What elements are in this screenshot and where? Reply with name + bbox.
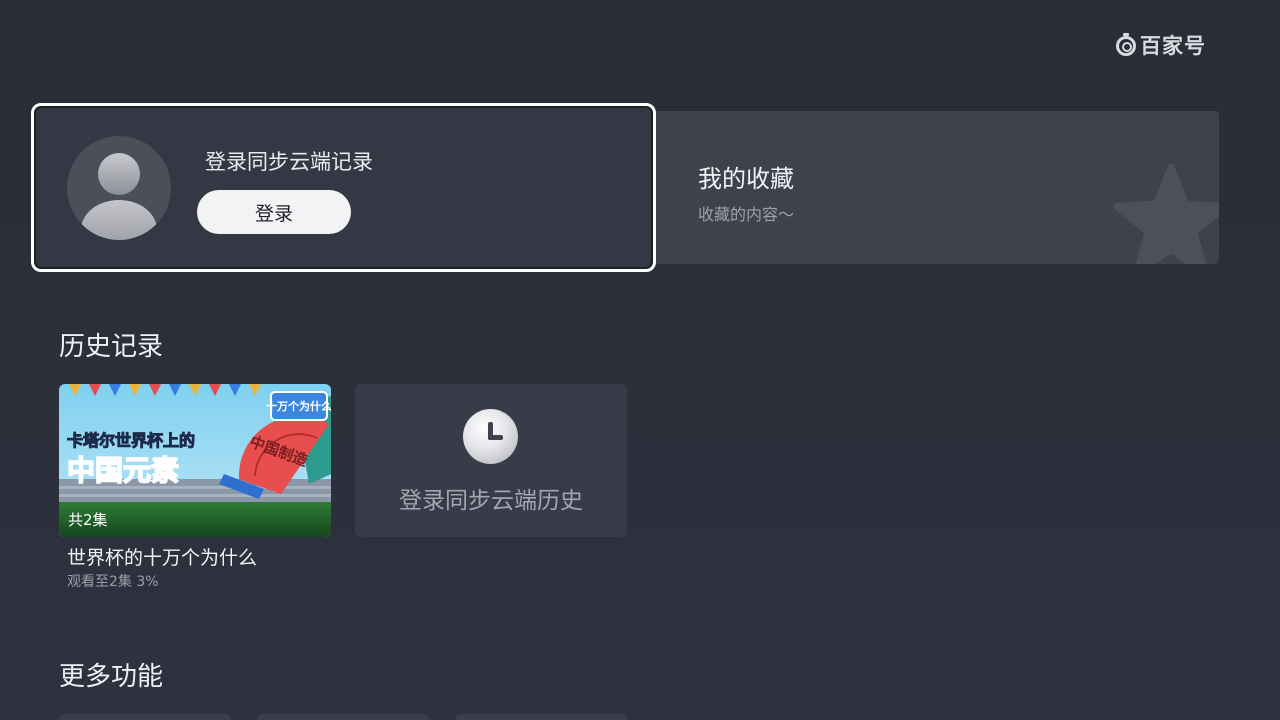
login-prompt-text: 登录同步云端记录	[205, 150, 373, 174]
favorites-title: 我的收藏	[698, 165, 794, 193]
more-feature-card[interactable]	[455, 714, 627, 720]
star-icon	[1113, 163, 1219, 264]
history-section-title: 历史记录	[59, 332, 164, 362]
history-item-title: 世界杯的十万个为什么	[67, 547, 258, 569]
more-feature-card[interactable]	[257, 714, 429, 720]
avatar-placeholder-icon	[67, 136, 171, 240]
more-features-section-title: 更多功能	[59, 662, 164, 692]
baijiahao-logo: 百家号	[1116, 30, 1206, 60]
thumbnail-headline-line1: 卡塔尔世界杯上的	[67, 431, 195, 450]
clock-icon	[463, 409, 518, 464]
favorites-subtitle: 收藏的内容～	[698, 205, 795, 224]
brand-name: 百家号	[1140, 34, 1206, 58]
thumbnail-headline-line2: 中国元素	[67, 454, 179, 487]
login-card[interactable]: 登录同步云端记录 登录	[31, 103, 656, 272]
thumbnail-corner-text: 十万个为什么	[266, 399, 331, 413]
history-item-progress: 观看至2集 3%	[67, 574, 159, 590]
episode-count-badge: 共2集	[68, 511, 108, 529]
sync-history-card[interactable]: 登录同步云端历史	[355, 384, 627, 537]
baijiahao-logo-icon	[1116, 33, 1136, 56]
sync-history-label: 登录同步云端历史	[399, 488, 583, 514]
favorites-card[interactable]: 我的收藏 收藏的内容～	[656, 111, 1219, 264]
login-button[interactable]: 登录	[197, 190, 351, 234]
more-feature-card[interactable]	[59, 714, 231, 720]
history-item-card[interactable]: 十万个为什么 卡塔尔世界杯上的 中国元素 中国制造 共2集	[59, 384, 331, 537]
